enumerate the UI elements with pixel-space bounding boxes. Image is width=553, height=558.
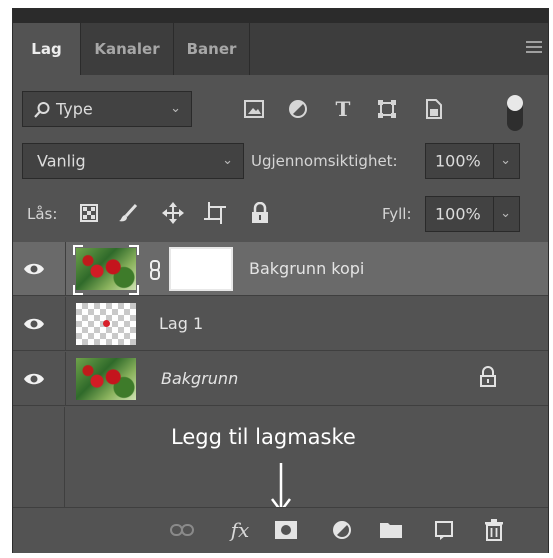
lock-all-icon[interactable]	[249, 201, 271, 225]
opacity-value: 100%	[435, 151, 481, 171]
delete-layer-icon[interactable]	[481, 516, 507, 544]
layers-panel: Lag Kanaler Baner Type ⌄ T Vanlig ⌄ Ugje…	[12, 8, 549, 553]
lock-transparent-pixels-icon[interactable]	[78, 202, 100, 224]
selection-corner	[129, 245, 139, 255]
visibility-column-divider	[65, 297, 66, 351]
visibility-eye-icon[interactable]	[23, 316, 45, 332]
lock-label: Lås:	[27, 205, 58, 223]
selection-corner	[73, 285, 83, 295]
tab-bar: Lag Kanaler Baner	[13, 9, 548, 75]
visibility-eye-icon[interactable]	[23, 261, 45, 277]
layer-row[interactable]: Bakgrunn kopi	[13, 242, 548, 296]
tab-layers[interactable]: Lag	[13, 23, 80, 75]
fill-value: 100%	[435, 204, 481, 224]
group-folder-icon[interactable]	[377, 516, 405, 544]
selection-corner	[129, 285, 139, 295]
filter-kind-label: Type	[56, 99, 93, 119]
layer-row[interactable]: Bakgrunn	[13, 352, 548, 406]
shape-filter-icon[interactable]	[376, 98, 398, 120]
layer-thumbnail[interactable]	[76, 303, 136, 345]
filter-kind-dropdown[interactable]: Type ⌄	[22, 91, 192, 127]
layer-row[interactable]: Lag 1	[13, 297, 548, 351]
visibility-eye-icon[interactable]	[23, 371, 45, 387]
panel-menu-icon[interactable]	[526, 41, 542, 53]
visibility-column-empty	[13, 407, 65, 507]
lock-image-pixels-icon[interactable]	[117, 202, 139, 224]
image-filter-icon[interactable]	[243, 98, 265, 120]
chevron-down-icon: ⌄	[222, 152, 233, 168]
layer-name[interactable]: Lag 1	[159, 314, 203, 333]
add-layer-mask-icon[interactable]	[273, 516, 299, 544]
search-icon	[34, 102, 50, 118]
fx-icon[interactable]: fx	[225, 516, 255, 544]
opacity-field[interactable]: 100% ⌄	[425, 143, 520, 179]
type-filter-icon[interactable]: T	[331, 97, 355, 121]
blend-mode-dropdown[interactable]: Vanlig ⌄	[22, 143, 244, 179]
tab-divider	[249, 23, 250, 75]
selection-corner	[73, 245, 83, 255]
layer-name[interactable]: Bakgrunn kopi	[249, 259, 364, 278]
adjustment-layer-icon[interactable]	[329, 516, 355, 544]
link-layers-icon[interactable]	[169, 516, 195, 544]
lock-artboard-icon[interactable]	[203, 201, 227, 225]
fill-field[interactable]: 100% ⌄	[425, 196, 520, 232]
visibility-column-divider	[65, 352, 66, 406]
filter-toggle[interactable]	[507, 95, 523, 131]
fx-label: fx	[230, 518, 250, 542]
layer-thumbnail[interactable]	[76, 248, 136, 290]
chevron-down-icon[interactable]: ⌄	[500, 206, 511, 221]
layer-mask-thumbnail[interactable]	[169, 247, 233, 291]
layer-thumbnail-content	[103, 320, 110, 327]
chevron-down-icon[interactable]: ⌄	[500, 153, 511, 168]
mask-link-chain-icon[interactable]	[149, 260, 161, 280]
tab-channels[interactable]: Kanaler	[81, 23, 173, 75]
visibility-column-divider	[65, 242, 66, 296]
annotation-label: Legg til lagmaske	[171, 425, 356, 449]
new-layer-icon[interactable]	[431, 516, 457, 544]
layer-name[interactable]: Bakgrunn	[161, 369, 238, 388]
layers-bottom-bar: fx	[13, 507, 548, 553]
smart-object-filter-icon[interactable]	[423, 98, 445, 120]
opacity-label: Ugjennomsiktighet:	[251, 152, 398, 170]
tab-paths[interactable]: Baner	[174, 23, 249, 75]
layer-lock-icon[interactable]	[479, 366, 497, 388]
panel-title-strip[interactable]	[13, 9, 548, 23]
filter-toggle-knob	[507, 95, 523, 111]
adjustment-filter-icon[interactable]	[287, 98, 309, 120]
lock-position-icon[interactable]	[161, 201, 185, 225]
chevron-down-icon: ⌄	[170, 100, 181, 116]
fill-label: Fyll:	[382, 205, 412, 223]
layer-thumbnail[interactable]	[76, 358, 136, 400]
blend-mode-value: Vanlig	[37, 151, 86, 171]
